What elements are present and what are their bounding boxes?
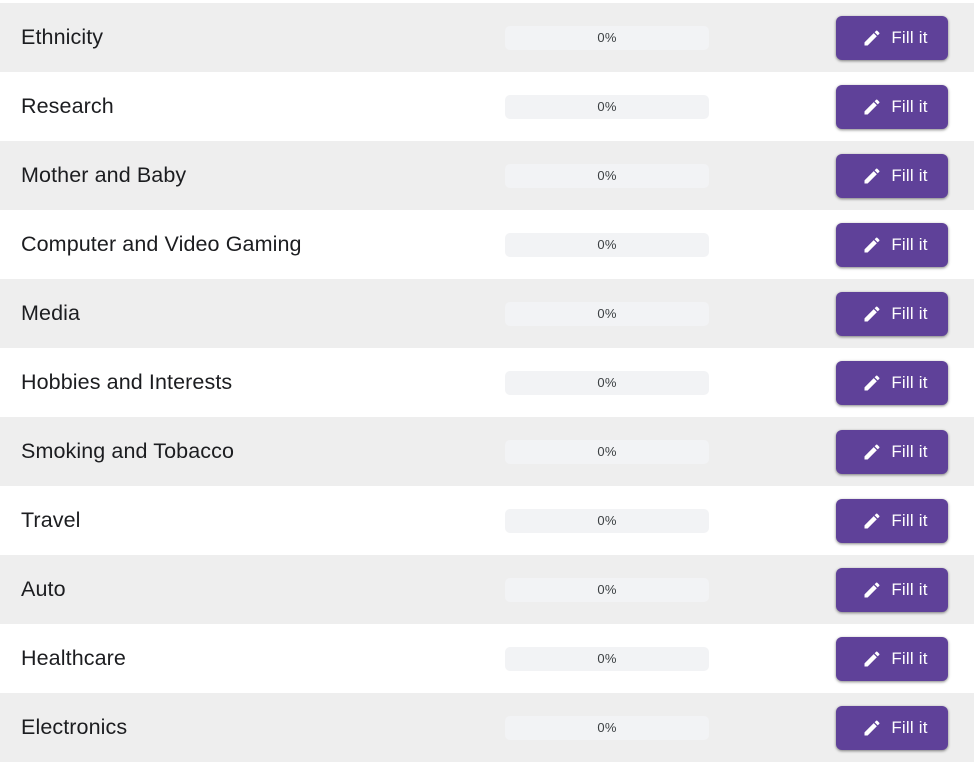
fill-it-button-label: Fill it	[891, 511, 928, 530]
completion-progress-bar: 0%	[505, 301, 709, 326]
progress-percent-label: 0%	[597, 30, 617, 45]
fill-it-button[interactable]: Fill it	[836, 291, 948, 336]
pencil-icon	[862, 511, 882, 531]
fill-it-button[interactable]: Fill it	[836, 429, 948, 474]
fill-it-button[interactable]: Fill it	[836, 15, 948, 60]
pencil-icon	[862, 649, 882, 669]
progress-percent-label: 0%	[597, 168, 617, 183]
completion-progress-bar: 0%	[505, 163, 709, 188]
survey-category-row[interactable]: Smoking and Tobacco 0% Fill it	[0, 417, 974, 486]
category-label: Media	[21, 300, 81, 325]
fill-it-button[interactable]: Fill it	[836, 360, 948, 405]
category-label: Computer and Video Gaming	[21, 231, 302, 256]
pencil-icon	[862, 304, 882, 324]
fill-it-button[interactable]: Fill it	[836, 222, 948, 267]
completion-progress-bar: 0%	[505, 577, 709, 602]
fill-it-button[interactable]: Fill it	[836, 636, 948, 681]
progress-percent-label: 0%	[597, 513, 617, 528]
completion-progress-bar: 0%	[505, 508, 709, 533]
survey-category-row[interactable]: Auto 0% Fill it	[0, 555, 974, 624]
completion-progress-bar: 0%	[505, 370, 709, 395]
category-label: Auto	[21, 576, 66, 601]
survey-category-row[interactable]: Research 0% Fill it	[0, 72, 974, 141]
category-label: Smoking and Tobacco	[21, 438, 235, 463]
fill-it-button-label: Fill it	[891, 166, 928, 185]
category-label: Mother and Baby	[21, 162, 187, 187]
category-label: Travel	[21, 507, 81, 532]
category-label: Research	[21, 93, 114, 118]
fill-it-button[interactable]: Fill it	[836, 84, 948, 129]
fill-it-button-label: Fill it	[891, 580, 928, 599]
progress-percent-label: 0%	[597, 720, 617, 735]
pencil-icon	[862, 97, 882, 117]
fill-it-button-label: Fill it	[891, 28, 928, 47]
category-label: Electronics	[21, 714, 128, 739]
progress-percent-label: 0%	[597, 99, 617, 114]
category-label: Ethnicity	[21, 24, 104, 49]
survey-category-row[interactable]: Computer and Video Gaming 0% Fill it	[0, 210, 974, 279]
fill-it-button[interactable]: Fill it	[836, 567, 948, 612]
survey-category-row[interactable]: Media 0% Fill it	[0, 279, 974, 348]
pencil-icon	[862, 580, 882, 600]
survey-category-row[interactable]: Travel 0% Fill it	[0, 486, 974, 555]
completion-progress-bar: 0%	[505, 25, 709, 50]
pencil-icon	[862, 166, 882, 186]
fill-it-button-label: Fill it	[891, 235, 928, 254]
progress-percent-label: 0%	[597, 375, 617, 390]
completion-progress-bar: 0%	[505, 646, 709, 671]
fill-it-button-label: Fill it	[891, 718, 928, 737]
survey-category-list: Ethnicity 0% Fill it Research 0% Fill it…	[0, 0, 974, 762]
category-label: Hobbies and Interests	[21, 369, 233, 394]
completion-progress-bar: 0%	[505, 715, 709, 740]
pencil-icon	[862, 235, 882, 255]
progress-percent-label: 0%	[597, 582, 617, 597]
fill-it-button[interactable]: Fill it	[836, 498, 948, 543]
completion-progress-bar: 0%	[505, 94, 709, 119]
fill-it-button[interactable]: Fill it	[836, 153, 948, 198]
progress-percent-label: 0%	[597, 444, 617, 459]
fill-it-button-label: Fill it	[891, 649, 928, 668]
pencil-icon	[862, 28, 882, 48]
completion-progress-bar: 0%	[505, 439, 709, 464]
survey-category-row[interactable]: Electronics 0% Fill it	[0, 693, 974, 762]
pencil-icon	[862, 718, 882, 738]
survey-category-row[interactable]: Hobbies and Interests 0% Fill it	[0, 348, 974, 417]
survey-category-row[interactable]: Ethnicity 0% Fill it	[0, 3, 974, 72]
fill-it-button-label: Fill it	[891, 97, 928, 116]
survey-category-row[interactable]: Mother and Baby 0% Fill it	[0, 141, 974, 210]
pencil-icon	[862, 373, 882, 393]
category-label: Healthcare	[21, 645, 126, 670]
pencil-icon	[862, 442, 882, 462]
survey-category-row[interactable]: Healthcare 0% Fill it	[0, 624, 974, 693]
completion-progress-bar: 0%	[505, 232, 709, 257]
fill-it-button-label: Fill it	[891, 304, 928, 323]
fill-it-button[interactable]: Fill it	[836, 705, 948, 750]
progress-percent-label: 0%	[597, 306, 617, 321]
fill-it-button-label: Fill it	[891, 373, 928, 392]
progress-percent-label: 0%	[597, 651, 617, 666]
progress-percent-label: 0%	[597, 237, 617, 252]
fill-it-button-label: Fill it	[891, 442, 928, 461]
